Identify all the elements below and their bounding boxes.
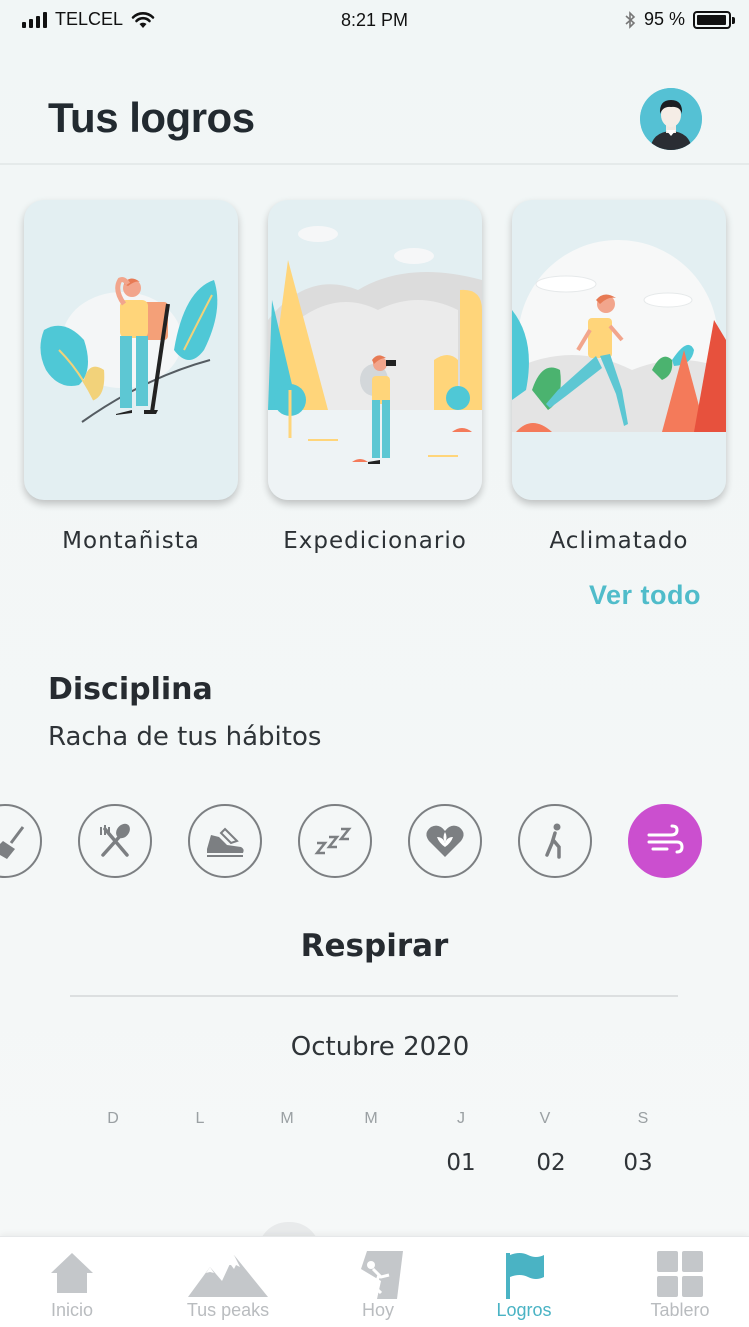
section-title: Disciplina — [48, 672, 213, 707]
sneaker-icon — [207, 827, 244, 857]
nav-label-tus-peaks: Tus peaks — [186, 1300, 270, 1320]
habit-sleep[interactable] — [298, 804, 372, 878]
nav-item-hoy[interactable]: Hoy — [308, 1237, 448, 1327]
weekday-label: M — [280, 1110, 294, 1127]
habit-walk[interactable] — [518, 804, 592, 878]
user-avatar-icon[interactable] — [640, 88, 702, 150]
nav-item-logros[interactable]: Logros — [454, 1237, 594, 1327]
mountains-icon — [188, 1255, 268, 1297]
bluetooth-icon — [625, 10, 636, 29]
broom-icon — [0, 826, 25, 859]
fork-spoon-icon — [100, 823, 130, 857]
hiker-waving-illustration — [40, 277, 218, 423]
weekday-label: S — [637, 1110, 649, 1127]
weekday-label: D — [107, 1110, 119, 1127]
see-all-link[interactable]: Ver todo — [589, 580, 701, 611]
sleep-zzz-icon — [314, 827, 352, 855]
nav-label-logros: Logros — [496, 1300, 552, 1320]
explorer-binoculars-illustration — [268, 226, 482, 500]
habit-breathe[interactable] — [628, 804, 702, 878]
walking-person-icon — [545, 823, 561, 859]
grid-icon — [657, 1251, 703, 1297]
home-icon — [51, 1253, 93, 1293]
calendar-divider — [70, 995, 678, 997]
nav-label-inicio: Inicio — [50, 1300, 94, 1320]
calendar-month: Octubre 2020 — [290, 1032, 470, 1062]
achievement-label-montanista: Montañista — [62, 528, 200, 554]
calendar-day[interactable]: 01 — [436, 1150, 486, 1176]
habit-food[interactable] — [78, 804, 152, 878]
achievement-label-expedicionario: Expedicionario — [283, 528, 467, 554]
habit-mindfulness[interactable] — [408, 804, 482, 878]
nav-label-tablero: Tablero — [650, 1300, 710, 1320]
nav-label-hoy: Hoy — [361, 1300, 394, 1320]
achievement-card-aclimatado[interactable] — [512, 200, 726, 500]
weekday-label: L — [195, 1110, 205, 1127]
nav-item-inicio[interactable]: Inicio — [2, 1237, 142, 1327]
page-title: Tus logros — [48, 94, 255, 141]
runner-illustration — [512, 240, 726, 500]
status-right-group: 95 % — [624, 9, 735, 30]
heart-lotus-icon — [426, 825, 464, 857]
flag-icon — [506, 1253, 544, 1299]
weekday-label: J — [457, 1110, 465, 1127]
battery-percent: 95 % — [643, 9, 685, 29]
calendar-day[interactable]: 02 — [526, 1150, 576, 1176]
climber-icon — [361, 1251, 403, 1299]
weekday-label: M — [364, 1110, 378, 1127]
achievement-card-montanista[interactable] — [24, 200, 238, 500]
header-divider — [0, 163, 749, 165]
wind-icon — [647, 824, 684, 854]
status-bar: TELCEL 8:21 PM 95 % — [0, 0, 749, 40]
habit-broom[interactable] — [0, 804, 42, 878]
nav-item-tablero[interactable]: Tablero — [610, 1237, 749, 1327]
nav-item-tus-peaks[interactable]: Tus peaks — [158, 1237, 298, 1327]
bottom-nav: Inicio Tus peaks Hoy Logros Tablero — [0, 1236, 749, 1327]
battery-icon — [693, 10, 735, 29]
habit-exercise[interactable] — [188, 804, 262, 878]
calendar-day[interactable]: 03 — [613, 1150, 663, 1176]
section-subtitle: Racha de tus hábitos — [48, 722, 322, 752]
achievement-card-expedicionario[interactable] — [268, 200, 482, 500]
selected-habit-name: Respirar — [300, 928, 449, 964]
achievement-label-aclimatado: Aclimatado — [549, 528, 689, 554]
weekday-label: V — [539, 1110, 551, 1127]
